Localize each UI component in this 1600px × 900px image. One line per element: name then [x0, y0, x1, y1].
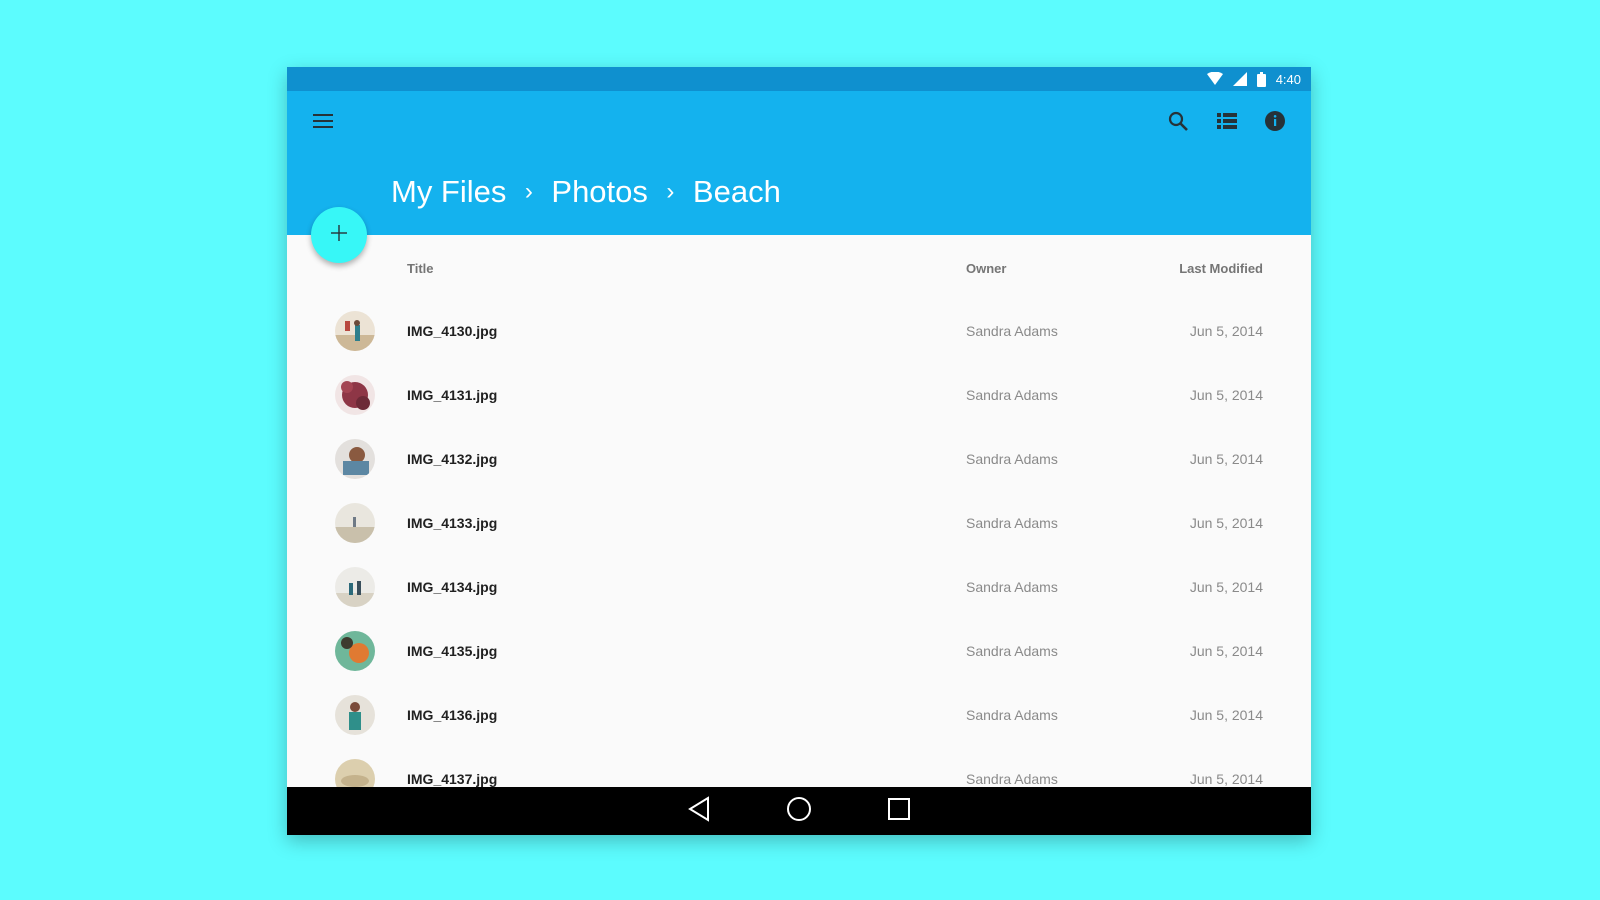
- file-owner: Sandra Adams: [966, 387, 1058, 403]
- signal-icon: [1232, 72, 1247, 86]
- table-row[interactable]: IMG_4132.jpg Sandra Adams Jun 5, 2014: [287, 427, 1311, 491]
- file-date: Jun 5, 2014: [1189, 771, 1263, 787]
- file-date: Jun 5, 2014: [1189, 387, 1263, 403]
- file-owner: Sandra Adams: [966, 451, 1058, 467]
- status-bar: 4:40: [287, 67, 1311, 91]
- list-view-button[interactable]: [1207, 103, 1247, 143]
- home-icon: [786, 796, 812, 827]
- breadcrumb-item-photos[interactable]: Photos: [551, 174, 648, 210]
- chevron-right-icon: ›: [666, 178, 675, 205]
- file-title: IMG_4133.jpg: [407, 515, 498, 531]
- file-list: IMG_4130.jpg Sandra Adams Jun 5, 2014 IM…: [287, 299, 1311, 811]
- table-row[interactable]: IMG_4136.jpg Sandra Adams Jun 5, 2014: [287, 683, 1311, 747]
- column-header-last-modified[interactable]: Last Modified: [1179, 261, 1263, 276]
- navigation-bar: [287, 787, 1311, 835]
- file-title: IMG_4136.jpg: [407, 707, 498, 723]
- status-time: 4:40: [1275, 71, 1301, 87]
- photo-thumbnail: [335, 439, 375, 479]
- table-header: Title Owner Last Modified: [287, 235, 1311, 299]
- file-owner: Sandra Adams: [966, 579, 1058, 595]
- search-icon: [1168, 111, 1188, 136]
- file-title: IMG_4132.jpg: [407, 451, 498, 467]
- file-date: Jun 5, 2014: [1189, 579, 1263, 595]
- breadcrumb-item-my-files[interactable]: My Files: [391, 174, 506, 210]
- photo-thumbnail: [335, 311, 375, 351]
- recents-icon: [887, 797, 911, 826]
- breadcrumb-item-beach[interactable]: Beach: [693, 174, 781, 210]
- photo-thumbnail: [335, 375, 375, 415]
- photo-thumbnail: [335, 695, 375, 735]
- file-owner: Sandra Adams: [966, 771, 1058, 787]
- info-icon: [1264, 110, 1286, 137]
- file-owner: Sandra Adams: [966, 323, 1058, 339]
- file-date: Jun 5, 2014: [1189, 643, 1263, 659]
- photo-thumbnail: [335, 503, 375, 543]
- search-button[interactable]: [1158, 103, 1198, 143]
- add-button[interactable]: [311, 207, 367, 263]
- home-button[interactable]: [775, 787, 823, 835]
- table-row[interactable]: IMG_4134.jpg Sandra Adams Jun 5, 2014: [287, 555, 1311, 619]
- plus-icon: [331, 224, 347, 246]
- file-title: IMG_4135.jpg: [407, 643, 498, 659]
- file-owner: Sandra Adams: [966, 707, 1058, 723]
- column-header-title[interactable]: Title: [407, 261, 434, 276]
- file-date: Jun 5, 2014: [1189, 707, 1263, 723]
- wifi-icon: [1206, 72, 1223, 86]
- file-date: Jun 5, 2014: [1189, 515, 1263, 531]
- back-icon: [687, 795, 711, 827]
- file-owner: Sandra Adams: [966, 515, 1058, 531]
- table-row[interactable]: IMG_4130.jpg Sandra Adams Jun 5, 2014: [287, 299, 1311, 363]
- file-owner: Sandra Adams: [966, 643, 1058, 659]
- file-title: IMG_4131.jpg: [407, 387, 498, 403]
- table-row[interactable]: IMG_4133.jpg Sandra Adams Jun 5, 2014: [287, 491, 1311, 555]
- app-bar: My Files › Photos › Beach: [287, 91, 1311, 235]
- chevron-right-icon: ›: [524, 178, 533, 205]
- tablet-screen: 4:40 My Files › Photos › Beach Title Own…: [287, 67, 1311, 835]
- back-button[interactable]: [675, 787, 723, 835]
- file-title: IMG_4134.jpg: [407, 579, 498, 595]
- breadcrumb: My Files › Photos › Beach: [391, 174, 781, 210]
- column-header-owner[interactable]: Owner: [966, 261, 1006, 276]
- battery-icon: [1256, 71, 1266, 87]
- menu-icon: [313, 113, 333, 133]
- photo-thumbnail: [335, 567, 375, 607]
- photo-thumbnail: [335, 631, 375, 671]
- menu-button[interactable]: [303, 103, 343, 143]
- list-view-icon: [1217, 112, 1237, 134]
- table-row[interactable]: IMG_4135.jpg Sandra Adams Jun 5, 2014: [287, 619, 1311, 683]
- file-title: IMG_4137.jpg: [407, 771, 498, 787]
- file-title: IMG_4130.jpg: [407, 323, 498, 339]
- info-button[interactable]: [1255, 103, 1295, 143]
- file-date: Jun 5, 2014: [1189, 451, 1263, 467]
- recents-button[interactable]: [875, 787, 923, 835]
- table-row[interactable]: IMG_4131.jpg Sandra Adams Jun 5, 2014: [287, 363, 1311, 427]
- file-date: Jun 5, 2014: [1189, 323, 1263, 339]
